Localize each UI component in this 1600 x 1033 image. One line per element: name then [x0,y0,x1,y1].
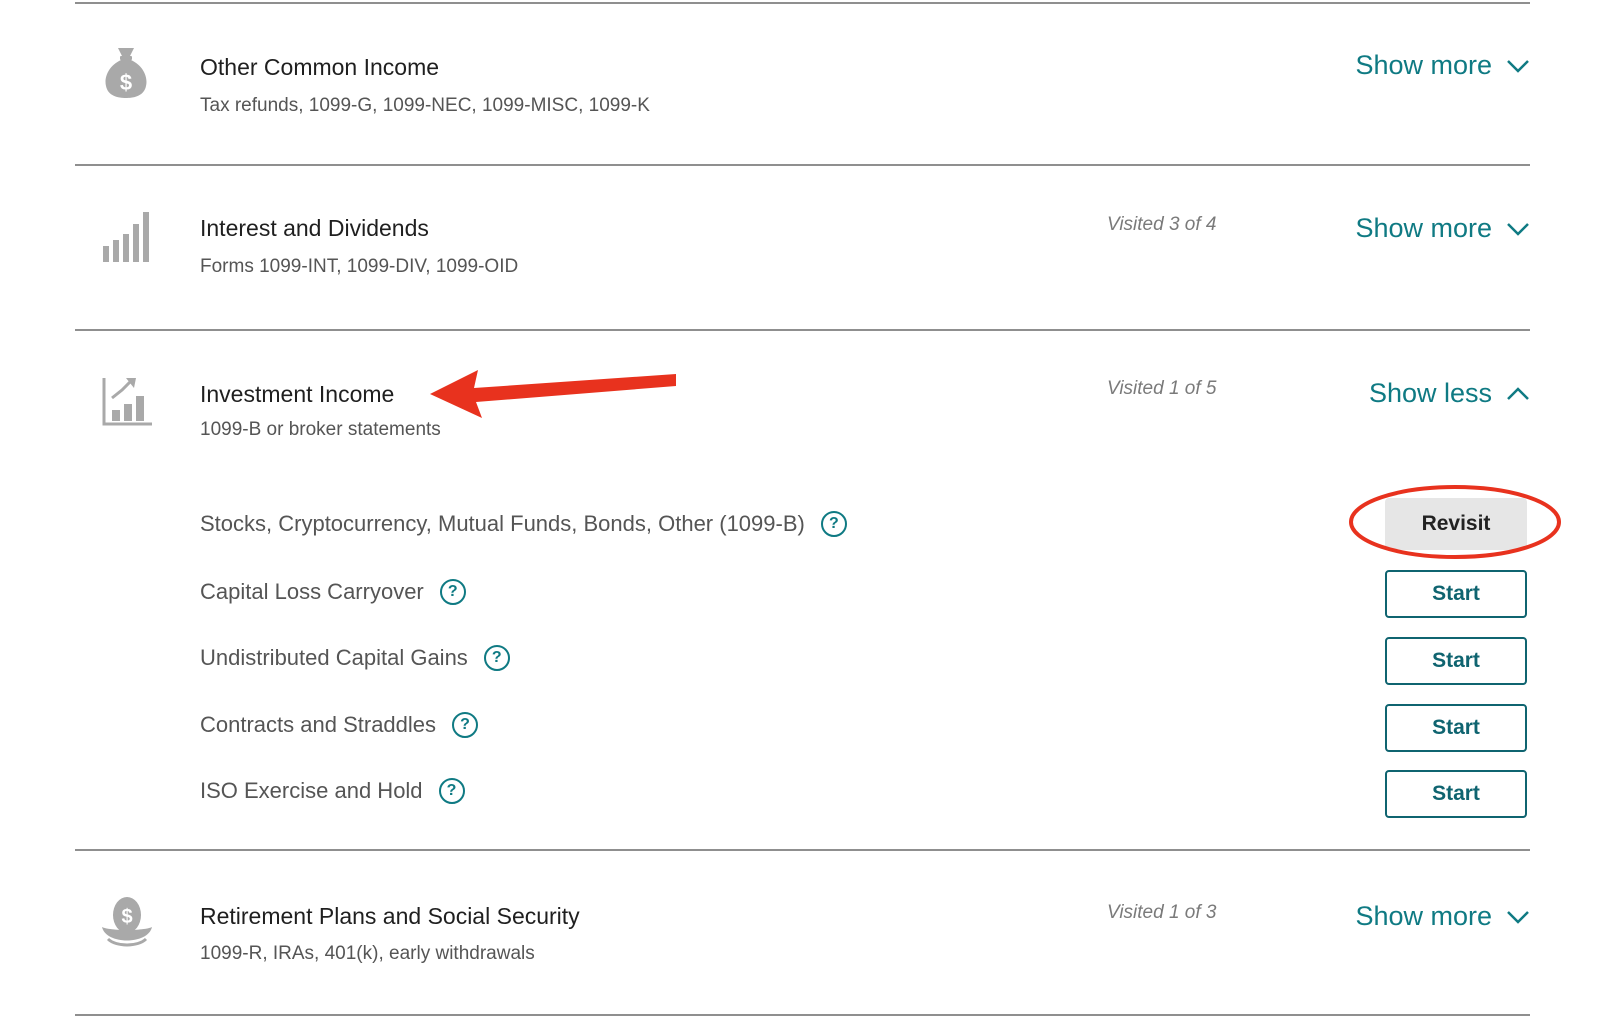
item-label: Stocks, Cryptocurrency, Mutual Funds, Bo… [200,511,805,536]
list-item: Contracts and Straddles ? [200,712,479,738]
start-button[interactable]: Start [1385,570,1527,618]
chevron-down-icon [1507,222,1529,236]
chevron-down-icon [1507,910,1529,924]
show-less-toggle[interactable]: Show less [1369,378,1530,409]
red-arrow-annotation [430,370,676,418]
section-subtitle: 1099-R, IRAs, 401(k), early withdrawals [200,943,535,964]
toggle-label: Show more [1355,901,1492,931]
section-subtitle: Tax refunds, 1099-G, 1099-NEC, 1099-MISC… [200,95,650,116]
help-icon[interactable]: ? [820,511,847,537]
toggle-label: Show less [1368,378,1492,408]
svg-text:$: $ [121,906,132,928]
section-divider [75,2,1530,4]
section-divider [75,849,1530,851]
help-icon[interactable]: ? [483,645,510,671]
start-button[interactable]: Start [1385,637,1527,685]
money-bag-icon: $ [104,46,148,105]
section-title: Investment Income [200,381,395,407]
item-label: ISO Exercise and Hold [200,778,423,803]
section-title: Retirement Plans and Social Security [200,903,580,929]
start-button[interactable]: Start [1385,704,1527,752]
show-more-toggle[interactable]: Show more [1355,901,1530,932]
bar-signal-icon [103,212,151,267]
section-divider [75,164,1530,166]
nest-egg-icon: $ [100,895,154,954]
section-title: Other Common Income [200,54,440,80]
list-item: Stocks, Cryptocurrency, Mutual Funds, Bo… [200,511,847,537]
item-label: Contracts and Straddles [200,712,437,737]
section-subtitle: 1099-B or broker statements [200,419,441,440]
item-label: Capital Loss Carryover [200,579,424,604]
visited-status: Visited 3 of 4 [1107,214,1217,235]
chevron-up-icon [1507,386,1529,400]
section-subtitle: Forms 1099-INT, 1099-DIV, 1099-OID [200,256,519,277]
help-icon[interactable]: ? [438,778,465,804]
toggle-label: Show more [1355,213,1492,243]
chevron-down-icon [1507,59,1529,73]
toggle-label: Show more [1355,50,1492,80]
list-item: ISO Exercise and Hold ? [200,778,465,804]
svg-text:$: $ [120,70,132,95]
section-divider [75,1014,1530,1016]
section-divider [75,329,1530,331]
start-button[interactable]: Start [1385,770,1527,818]
section-title: Interest and Dividends [200,215,429,241]
list-item: Capital Loss Carryover ? [200,579,466,605]
help-icon[interactable]: ? [452,712,479,738]
show-more-toggle[interactable]: Show more [1355,213,1530,244]
investment-chart-icon [102,376,152,431]
visited-status: Visited 1 of 3 [1107,902,1217,923]
show-more-toggle[interactable]: Show more [1355,50,1530,81]
revisit-button[interactable]: Revisit [1385,498,1527,550]
item-label: Undistributed Capital Gains [200,645,468,670]
list-item: Undistributed Capital Gains ? [200,645,510,671]
help-icon[interactable]: ? [439,579,466,605]
visited-status: Visited 1 of 5 [1107,378,1217,399]
